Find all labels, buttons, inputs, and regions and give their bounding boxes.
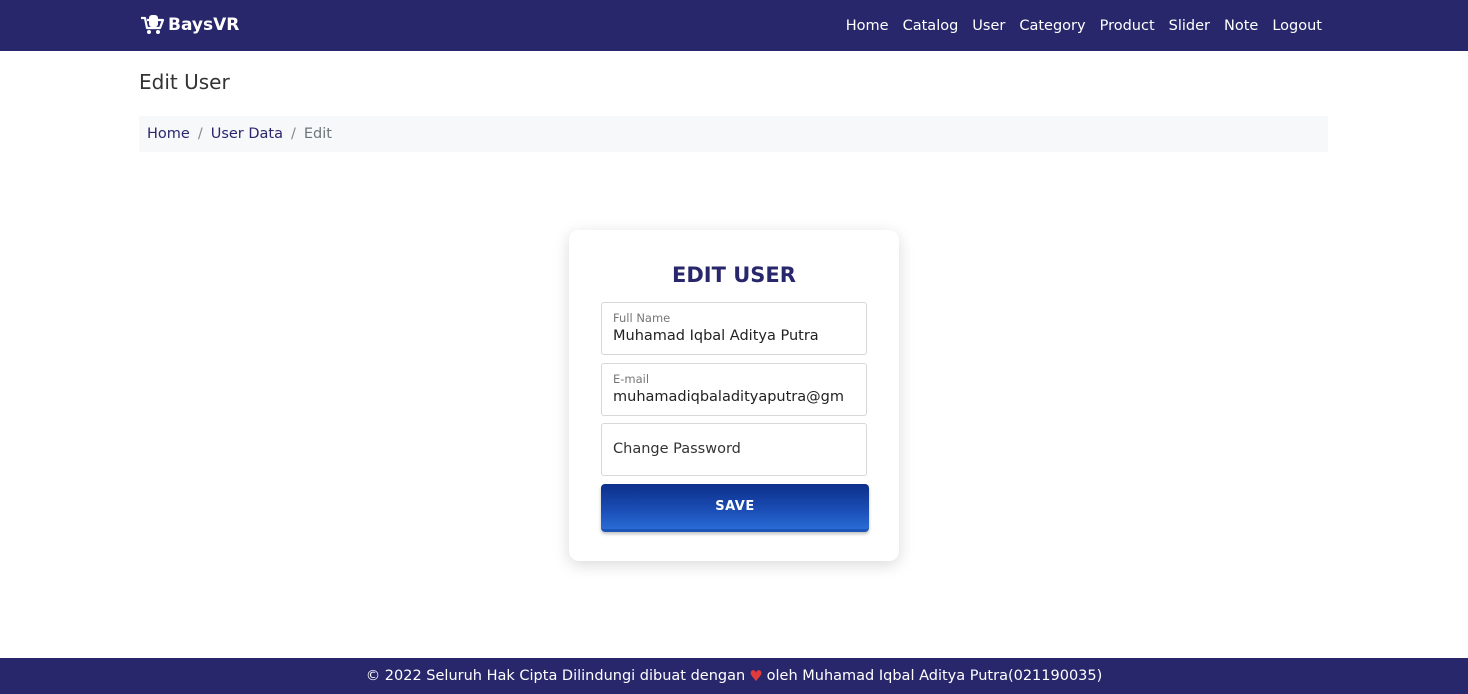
email-label: E-mail <box>613 372 650 386</box>
edit-user-card: EDIT USER Full Name Muhamad Iqbal Aditya… <box>569 230 899 561</box>
breadcrumb-separator: / <box>197 126 203 142</box>
email-field[interactable]: E-mail muhamadiqbaladityaputra@gm <box>601 363 867 416</box>
nav-slider[interactable]: Slider <box>1169 18 1210 34</box>
nav-user[interactable]: User <box>972 18 1005 34</box>
breadcrumb-separator: / <box>291 126 296 142</box>
nav-home[interactable]: Home <box>846 18 889 34</box>
footer: © 2022 Seluruh Hak Cipta Dilindungi dibu… <box>0 658 1468 694</box>
cart-logo-icon <box>141 15 165 34</box>
footer-copyright: © 2022 Seluruh Hak Cipta Dilindungi dibu… <box>365 668 746 684</box>
full-name-label: Full Name <box>613 311 671 325</box>
nav-category[interactable]: Category <box>1019 18 1085 34</box>
page-title: Edit User <box>139 70 230 94</box>
breadcrumb: Home / User Data / Edit <box>139 116 1328 152</box>
brand[interactable]: BaysVR <box>139 13 239 37</box>
email-input[interactable]: muhamadiqbaladityaputra@gm <box>613 389 863 405</box>
nav-logout[interactable]: Logout <box>1272 18 1322 34</box>
nav-catalog[interactable]: Catalog <box>903 18 959 34</box>
password-input[interactable]: Change Password <box>613 441 741 457</box>
heart-icon: ♥ <box>749 667 763 685</box>
breadcrumb-user-data[interactable]: User Data <box>211 126 283 142</box>
full-name-field[interactable]: Full Name Muhamad Iqbal Aditya Putra <box>601 302 867 355</box>
nav-links: Home Catalog User Category Product Slide… <box>846 0 1322 51</box>
full-name-input[interactable]: Muhamad Iqbal Aditya Putra <box>613 328 863 344</box>
breadcrumb-home[interactable]: Home <box>147 126 190 142</box>
navbar: BaysVR Home Catalog User Category Produc… <box>0 0 1468 51</box>
brand-name: BaysVR <box>168 15 240 35</box>
form-title: EDIT USER <box>672 263 796 287</box>
nav-note[interactable]: Note <box>1224 18 1258 34</box>
footer-author: oleh Muhamad Iqbal Aditya Putra(02119003… <box>766 668 1103 684</box>
breadcrumb-edit: Edit <box>303 126 332 142</box>
nav-product[interactable]: Product <box>1100 18 1155 34</box>
password-field[interactable]: Change Password <box>601 423 867 476</box>
save-button[interactable]: SAVE <box>601 484 869 532</box>
